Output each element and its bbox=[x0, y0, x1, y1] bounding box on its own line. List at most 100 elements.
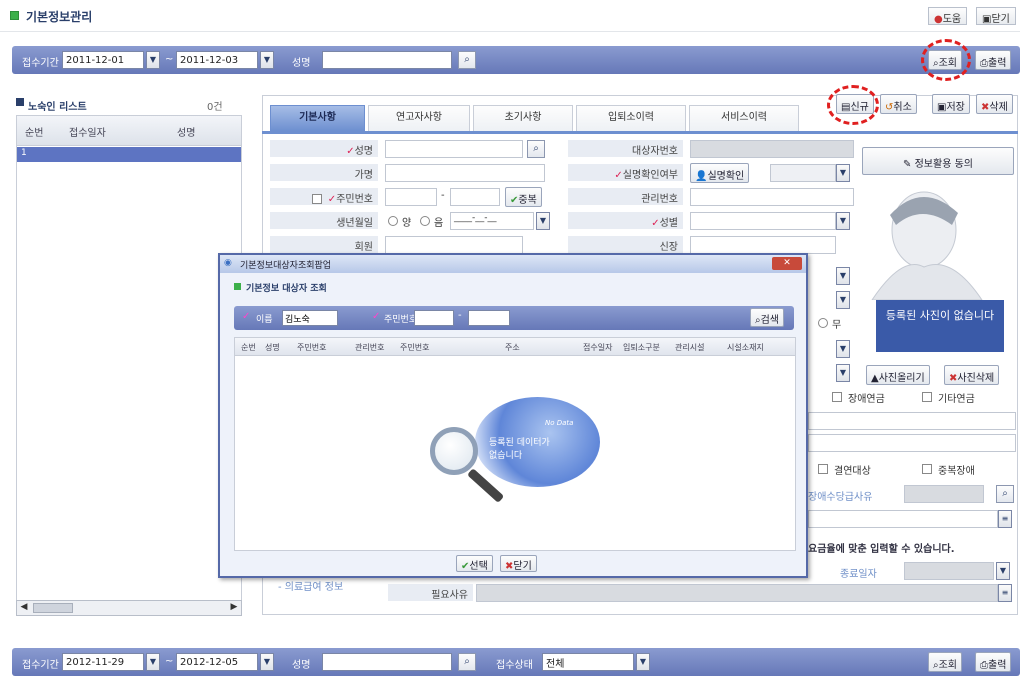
bottom-period-label: 접수기간 bbox=[22, 660, 59, 671]
select-arrow-4[interactable]: ▼ bbox=[836, 364, 850, 382]
bottom-date-to-input[interactable] bbox=[176, 653, 258, 671]
rrn-front-field[interactable] bbox=[385, 188, 437, 206]
popup-close-icon[interactable]: ✕ bbox=[772, 257, 802, 270]
pension-other-checkbox[interactable] bbox=[922, 392, 932, 402]
popup-col-date[interactable]: 접수일자 bbox=[583, 342, 612, 353]
rrn-checkbox[interactable] bbox=[311, 194, 322, 204]
bottom-search-button[interactable]: ⌕조회 bbox=[928, 652, 963, 672]
solar-radio[interactable] bbox=[388, 216, 398, 226]
date-from-input[interactable] bbox=[62, 51, 144, 69]
exempt-checkbox[interactable] bbox=[818, 464, 828, 474]
popup-select-button[interactable]: ✔선택 bbox=[456, 555, 493, 572]
rrn-duplicate-check-button[interactable]: ✔중복 bbox=[505, 187, 542, 207]
print-button[interactable]: ⎙출력 bbox=[975, 50, 1012, 70]
popup-col-manage-no[interactable]: 관리번호 bbox=[355, 342, 384, 353]
photo-delete-button[interactable]: ✖사진삭제 bbox=[944, 365, 1000, 385]
real-name-status-select[interactable] bbox=[770, 164, 836, 182]
pension-disability-checkbox[interactable] bbox=[832, 392, 842, 402]
select-arrow-1[interactable]: ▼ bbox=[836, 267, 850, 285]
delete-button[interactable]: ✖삭제 bbox=[976, 94, 1013, 114]
scroll-left-icon[interactable]: ◀ bbox=[17, 602, 31, 614]
popup-search-button[interactable]: ⌕검색 bbox=[750, 308, 785, 327]
no-photo-note: 등록된 사진이 없습니다 bbox=[876, 300, 1004, 352]
list-horizontal-scrollbar[interactable]: ◀ ▶ bbox=[16, 600, 242, 616]
tab-initial[interactable]: 초기사항 bbox=[473, 105, 573, 131]
photo-upload-button[interactable]: ▲사진올리기 bbox=[866, 365, 930, 385]
popup-rrn-back-input[interactable] bbox=[468, 310, 510, 326]
status-label: 접수상태 bbox=[496, 660, 533, 671]
birth-calendar-icon[interactable]: ▼ bbox=[536, 212, 550, 230]
name-lookup-icon[interactable]: ⌕ bbox=[458, 51, 476, 69]
date-from-calendar-icon[interactable]: ▼ bbox=[146, 51, 160, 69]
remark-field[interactable] bbox=[808, 510, 998, 528]
manage-no-field[interactable] bbox=[690, 188, 854, 206]
homeless-list-grid: 순번 접수일자 성명 1 bbox=[16, 115, 242, 610]
bottom-print-button[interactable]: ⎙출력 bbox=[975, 652, 1012, 672]
side-radio[interactable] bbox=[818, 318, 828, 328]
end-date-field[interactable] bbox=[904, 562, 994, 580]
gender-select-arrow[interactable]: ▼ bbox=[836, 212, 850, 230]
info-consent-button[interactable]: ✎ 정보활용 동의 bbox=[862, 147, 1014, 175]
reason-scroll-arrow[interactable]: ≡ bbox=[998, 584, 1012, 602]
col-date[interactable]: 접수일자 bbox=[69, 124, 106, 139]
end-date-arrow[interactable]: ▼ bbox=[996, 562, 1010, 580]
name-field[interactable] bbox=[385, 140, 523, 158]
scroll-right-icon[interactable]: ▶ bbox=[227, 602, 241, 614]
popup-col-address[interactable]: 주소 bbox=[505, 342, 520, 353]
bottom-date-to-calendar-icon[interactable]: ▼ bbox=[260, 653, 274, 671]
popup-col-name[interactable]: 성명 bbox=[265, 342, 280, 353]
gender-select[interactable] bbox=[690, 212, 836, 230]
status-select[interactable] bbox=[542, 653, 634, 671]
bottom-date-from-calendar-icon[interactable]: ▼ bbox=[146, 653, 160, 671]
popup-close-button[interactable]: ✖닫기 bbox=[500, 555, 537, 572]
tab-admission-history[interactable]: 입퇴소이력 bbox=[576, 105, 686, 131]
bottom-search-bar: 접수기간 ▼ ~ ▼ 성명 ⌕ 접수상태 ▼ ⌕조회 ⎙출력 bbox=[12, 648, 1020, 676]
help-button[interactable]: ●도움 bbox=[928, 7, 968, 25]
real-name-check-button[interactable]: 👤실명확인 bbox=[690, 163, 750, 183]
allowance-lookup-icon[interactable]: ⌕ bbox=[996, 485, 1014, 503]
address-field-2[interactable] bbox=[808, 434, 1016, 452]
popup-col-facility[interactable]: 관리시설 bbox=[675, 342, 704, 353]
popup-col-admission-type[interactable]: 입퇴소구분 bbox=[623, 342, 660, 353]
duplicate-disability-checkbox[interactable] bbox=[922, 464, 932, 474]
address-field-1[interactable] bbox=[808, 412, 1016, 430]
tab-basic[interactable]: 기본사항 bbox=[270, 105, 365, 131]
popup-col-rrn-2[interactable]: 주민번호 bbox=[400, 342, 429, 353]
birth-date-field[interactable]: ____-__-__ bbox=[450, 212, 534, 230]
end-date-label: 종료일자 bbox=[840, 569, 877, 580]
popup-name-input[interactable] bbox=[282, 310, 338, 326]
bottom-name-input[interactable] bbox=[322, 653, 452, 671]
popup-rrn-front-input[interactable] bbox=[414, 310, 454, 326]
member-field[interactable] bbox=[385, 236, 523, 254]
table-row[interactable]: 1 bbox=[17, 147, 241, 162]
date-to-calendar-icon[interactable]: ▼ bbox=[260, 51, 274, 69]
status-select-arrow[interactable]: ▼ bbox=[636, 653, 650, 671]
remark-scroll-arrow[interactable]: ≡ bbox=[998, 510, 1012, 528]
bottom-name-lookup-icon[interactable]: ⌕ bbox=[458, 653, 476, 671]
height-field[interactable] bbox=[690, 236, 836, 254]
popup-col-facility-location[interactable]: 시설소재지 bbox=[727, 342, 764, 353]
popup-col-no[interactable]: 순번 bbox=[241, 342, 256, 353]
col-no[interactable]: 순번 bbox=[25, 124, 43, 139]
tab-service-history[interactable]: 서비스이력 bbox=[689, 105, 799, 131]
popup-col-rrn[interactable]: 주민번호 bbox=[297, 342, 326, 353]
select-arrow-3[interactable]: ▼ bbox=[836, 340, 850, 358]
date-to-input[interactable] bbox=[176, 51, 258, 69]
name-field-lookup-icon[interactable]: ⌕ bbox=[527, 140, 545, 158]
col-name[interactable]: 성명 bbox=[177, 124, 195, 139]
tab-relatives[interactable]: 연고자사항 bbox=[368, 105, 470, 131]
person-silhouette-icon bbox=[871, 191, 983, 301]
rrn-back-field[interactable] bbox=[450, 188, 500, 206]
tab-underline bbox=[262, 131, 1018, 134]
select-arrow-2[interactable]: ▼ bbox=[836, 291, 850, 309]
real-name-status-arrow[interactable]: ▼ bbox=[836, 164, 850, 182]
name-search-input[interactable] bbox=[322, 51, 452, 69]
reason-field[interactable] bbox=[476, 584, 998, 602]
bottom-date-from-input[interactable] bbox=[62, 653, 144, 671]
lunar-radio[interactable] bbox=[420, 216, 430, 226]
scroll-thumb[interactable] bbox=[33, 603, 73, 613]
alias-field[interactable] bbox=[385, 164, 545, 182]
close-window-button[interactable]: ▣닫기 bbox=[976, 7, 1016, 25]
save-button[interactable]: ▣저장 bbox=[932, 94, 970, 114]
cancel-button[interactable]: ↺취소 bbox=[880, 94, 917, 114]
